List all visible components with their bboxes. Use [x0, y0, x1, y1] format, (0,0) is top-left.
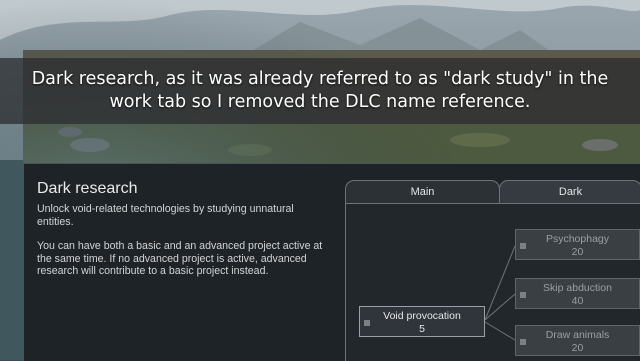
node-status-square — [364, 320, 370, 326]
node-cost: 5 — [419, 322, 425, 335]
research-node-psychophagy[interactable]: Psychophagy 20 — [515, 229, 640, 260]
project-title: Dark research — [37, 180, 138, 197]
project-description: Unlock void-related technologies by stud… — [37, 203, 294, 228]
node-name: Psychophagy — [545, 233, 610, 245]
node-status-square — [520, 339, 526, 345]
tab-dark[interactable]: Dark — [499, 180, 640, 203]
node-name: Draw animals — [545, 329, 610, 341]
node-cost: 20 — [571, 341, 584, 354]
research-node-void-provocation[interactable]: Void provocation 5 — [359, 306, 485, 337]
caption-text: Dark research, as it was already referre… — [31, 69, 609, 112]
node-cost: 20 — [571, 245, 584, 258]
node-status-square — [520, 292, 526, 298]
research-node-skip-abduction[interactable]: Skip abduction 40 — [515, 278, 640, 309]
project-info-pane: Dark research Unlock void-related techno… — [37, 179, 333, 278]
project-rules-text: You can have both a basic and an advance… — [37, 240, 323, 277]
node-status-square — [520, 243, 526, 249]
node-name: Void provocation — [383, 310, 461, 322]
caption-banner: Dark research, as it was already referre… — [0, 58, 640, 124]
node-name: Skip abduction — [543, 282, 612, 294]
node-cost: 40 — [571, 294, 584, 307]
research-node-draw-animals[interactable]: Draw animals 20 — [515, 325, 640, 356]
tab-main[interactable]: Main — [345, 180, 500, 203]
